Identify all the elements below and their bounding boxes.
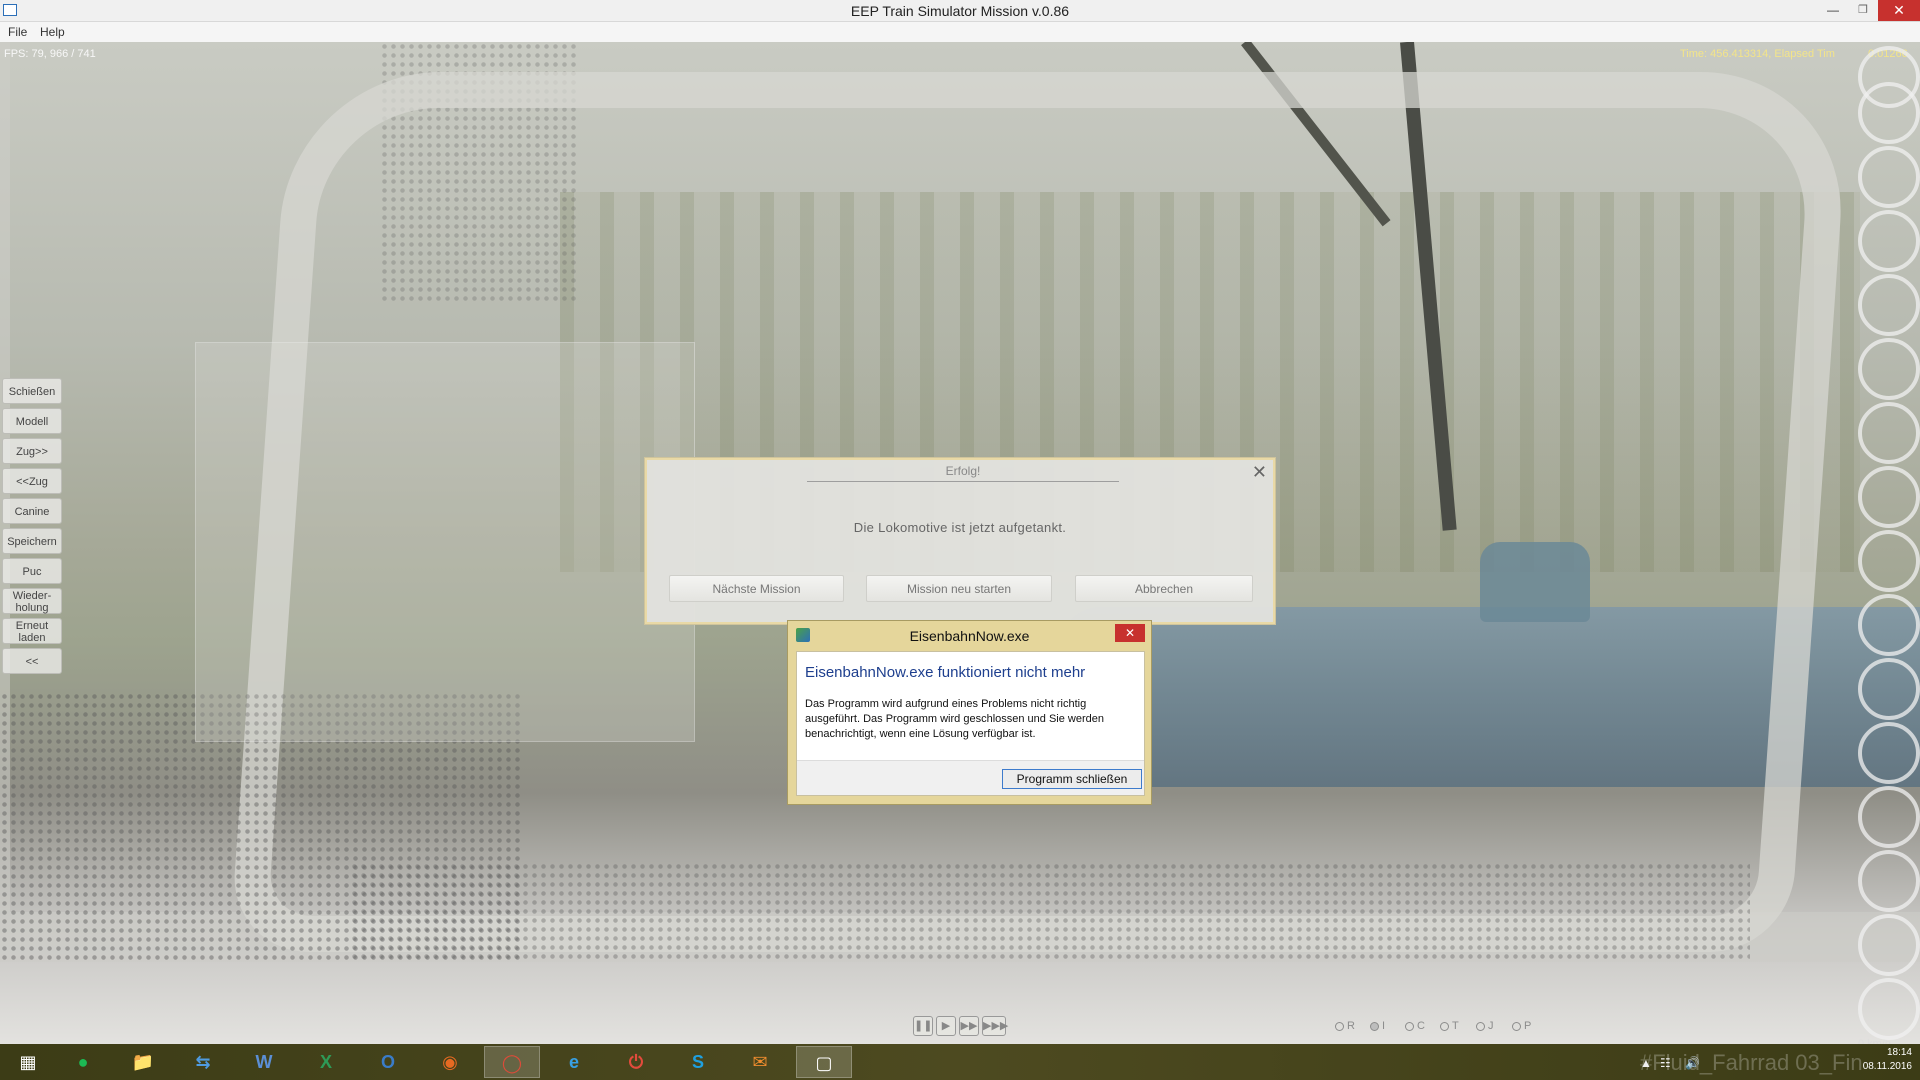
menu-file[interactable]: File <box>8 25 27 39</box>
taskbar-clock[interactable]: 18:14 08.11.2016 <box>1840 1046 1912 1074</box>
radio-icon <box>1335 1021 1344 1031</box>
mode-radio-t[interactable]: T <box>1440 1020 1459 1032</box>
ring-button[interactable] <box>1858 146 1920 208</box>
faded-control-panel <box>195 342 695 742</box>
ring-button[interactable] <box>1858 594 1920 656</box>
ring-button[interactable] <box>1858 914 1920 976</box>
cancel-button[interactable]: Abbrechen <box>1075 575 1253 602</box>
radio-icon <box>1476 1021 1485 1031</box>
ring-button[interactable] <box>1858 722 1920 784</box>
ring-button[interactable] <box>1858 530 1920 592</box>
canine-button[interactable]: Canine <box>2 498 62 524</box>
ring-button[interactable] <box>1858 210 1920 272</box>
save-button[interactable]: Speichern <box>2 528 62 554</box>
ring-button[interactable] <box>1858 658 1920 720</box>
model-button[interactable]: Modell <box>2 408 62 434</box>
collapse-button[interactable]: << <box>2 648 62 674</box>
ring-button[interactable] <box>1858 274 1920 336</box>
mode-radio-c[interactable]: C <box>1405 1020 1425 1032</box>
window-title: EEP Train Simulator Mission v.0.86 <box>850 3 1070 19</box>
file-explorer-icon[interactable]: 📁 <box>115 1046 171 1078</box>
mode-radio-p[interactable]: P <box>1512 1020 1531 1032</box>
reload-button[interactable]: Erneut laden <box>2 618 62 644</box>
restart-mission-button[interactable]: Mission neu starten <box>866 575 1052 602</box>
close-icon[interactable]: ✕ <box>1115 624 1145 642</box>
error-dialog-body: EisenbahnNow.exe funktioniert nicht mehr… <box>796 651 1145 796</box>
minimize-button[interactable]: — <box>1818 0 1848 21</box>
ring-button[interactable] <box>1858 978 1920 1040</box>
mode-radio-i[interactable]: I <box>1370 1020 1385 1032</box>
skype-icon[interactable]: S <box>670 1046 726 1078</box>
next-train-button[interactable]: Zug>> <box>2 438 62 464</box>
replay-button[interactable]: Wieder- holung <box>2 588 62 614</box>
radio-icon <box>1405 1021 1414 1031</box>
windows-start-icon[interactable]: ▦ <box>0 1046 56 1078</box>
error-description: Das Programm wird aufgrund eines Problem… <box>805 698 1104 740</box>
clock-date: 08.11.2016 <box>1862 1061 1912 1072</box>
excel-icon[interactable]: X <box>298 1046 354 1078</box>
clock-time: 18:14 <box>1886 1047 1912 1058</box>
error-dialog-title: EisenbahnNow.exe <box>909 628 1030 644</box>
puc-button[interactable]: Puc <box>2 558 62 584</box>
mode-radio-r[interactable]: R <box>1335 1020 1355 1032</box>
teamviewer-icon[interactable]: ⇆ <box>175 1046 231 1078</box>
next-mission-button[interactable]: Nächste Mission <box>669 575 844 602</box>
close-icon[interactable]: ✕ <box>1252 462 1267 483</box>
ring-button[interactable] <box>1858 850 1920 912</box>
shoot-button[interactable]: Schießen <box>2 378 62 404</box>
radio-icon <box>1512 1021 1521 1031</box>
menu-help[interactable]: Help <box>40 25 65 39</box>
outlook-icon[interactable]: O <box>360 1046 416 1078</box>
active-window-icon[interactable]: ▢ <box>796 1046 852 1078</box>
fast-forward-icon[interactable]: ▶▶ <box>959 1016 979 1036</box>
mail-app-icon[interactable]: ✉ <box>732 1046 788 1078</box>
watermark-text: #Fluid_Fahrrad 03_Fin <box>1640 1050 1863 1075</box>
radio-icon <box>1440 1021 1449 1031</box>
taskbar: ▦ ● 📁 ⇆ W X O ◉ ◯ e ⏻ S ✉ ▢ ▲ ☷ 🔊 <box>0 1044 1920 1080</box>
fps-readout: FPS: 79, 966 / 741 <box>4 48 96 60</box>
prev-train-button[interactable]: <<Zug <box>2 468 62 494</box>
crash-error-dialog: EisenbahnNow.exe ✕ EisenbahnNow.exe funk… <box>787 620 1152 805</box>
shutdown-app-icon[interactable]: ⏻ <box>608 1046 664 1078</box>
chrome-icon[interactable]: ◯ <box>484 1046 540 1078</box>
internet-explorer-icon[interactable]: e <box>546 1046 602 1078</box>
success-message: Die Lokomotive ist jetzt aufgetankt. <box>853 520 1067 535</box>
fastest-forward-icon[interactable]: ▶▶▶ <box>982 1016 1008 1036</box>
menu-bar: File Help <box>0 22 1920 42</box>
pause-icon[interactable]: ❚❚ <box>913 1016 933 1036</box>
ring-button[interactable] <box>1858 338 1920 400</box>
ring-button[interactable] <box>1858 786 1920 848</box>
radio-icon <box>1370 1021 1379 1031</box>
close-window-button[interactable]: ✕ <box>1878 0 1920 21</box>
close-program-button[interactable]: Programm schließen <box>1002 769 1142 789</box>
ring-button[interactable] <box>1858 466 1920 528</box>
play-icon[interactable]: ▶ <box>936 1016 956 1036</box>
title-bar: EEP Train Simulator Mission v.0.86 — ❐ ✕ <box>0 0 1920 22</box>
spotify-icon[interactable]: ● <box>55 1046 111 1078</box>
success-dialog: Erfolg! ✕ Die Lokomotive ist jetzt aufge… <box>645 458 1275 624</box>
error-dialog-footer: Programm schließen <box>797 760 1144 795</box>
restore-button[interactable]: ❐ <box>1848 0 1878 21</box>
firefox-icon[interactable]: ◉ <box>422 1046 478 1078</box>
ring-button[interactable] <box>1858 82 1920 144</box>
error-heading: EisenbahnNow.exe funktioniert nicht mehr <box>805 664 1086 681</box>
success-dialog-title: Erfolg! <box>807 464 1119 482</box>
time-readout: Time: 456.413314, Elapsed Tim <box>1680 48 1835 60</box>
ring-button[interactable] <box>1858 402 1920 464</box>
word-icon[interactable]: W <box>236 1046 292 1078</box>
mode-radio-j[interactable]: J <box>1476 1020 1494 1032</box>
